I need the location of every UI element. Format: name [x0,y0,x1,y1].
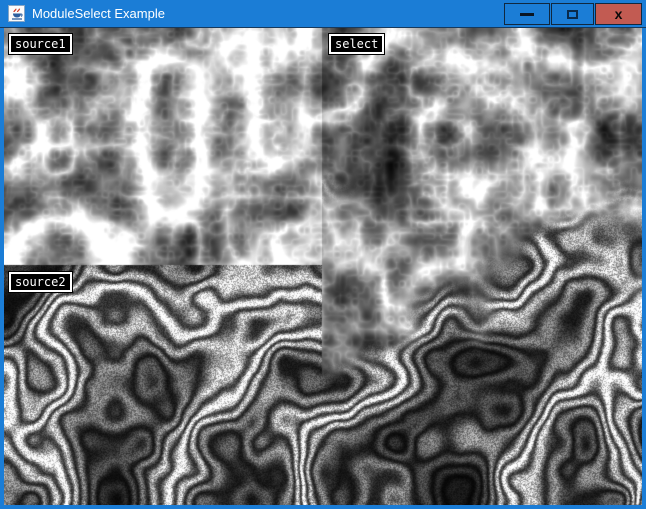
source2-panel-label: source2 [9,272,72,292]
minimize-button[interactable] [504,3,550,25]
close-x-icon: x [615,7,623,21]
app-window: ModuleSelect Example x source1 select so… [0,0,646,509]
noise-viewport: source1 select source2 [4,28,642,505]
window-title: ModuleSelect Example [32,0,165,27]
maximize-square-icon [567,10,578,19]
source1-panel-label: source1 [9,34,72,54]
noise-render-canvas [4,28,642,505]
maximize-button[interactable] [551,3,594,25]
minimize-dash-icon [520,13,534,16]
java-coffee-cup-icon [8,5,25,22]
close-button[interactable]: x [595,3,642,25]
titlebar[interactable]: ModuleSelect Example x [0,0,646,28]
select-panel-label: select [329,34,384,54]
